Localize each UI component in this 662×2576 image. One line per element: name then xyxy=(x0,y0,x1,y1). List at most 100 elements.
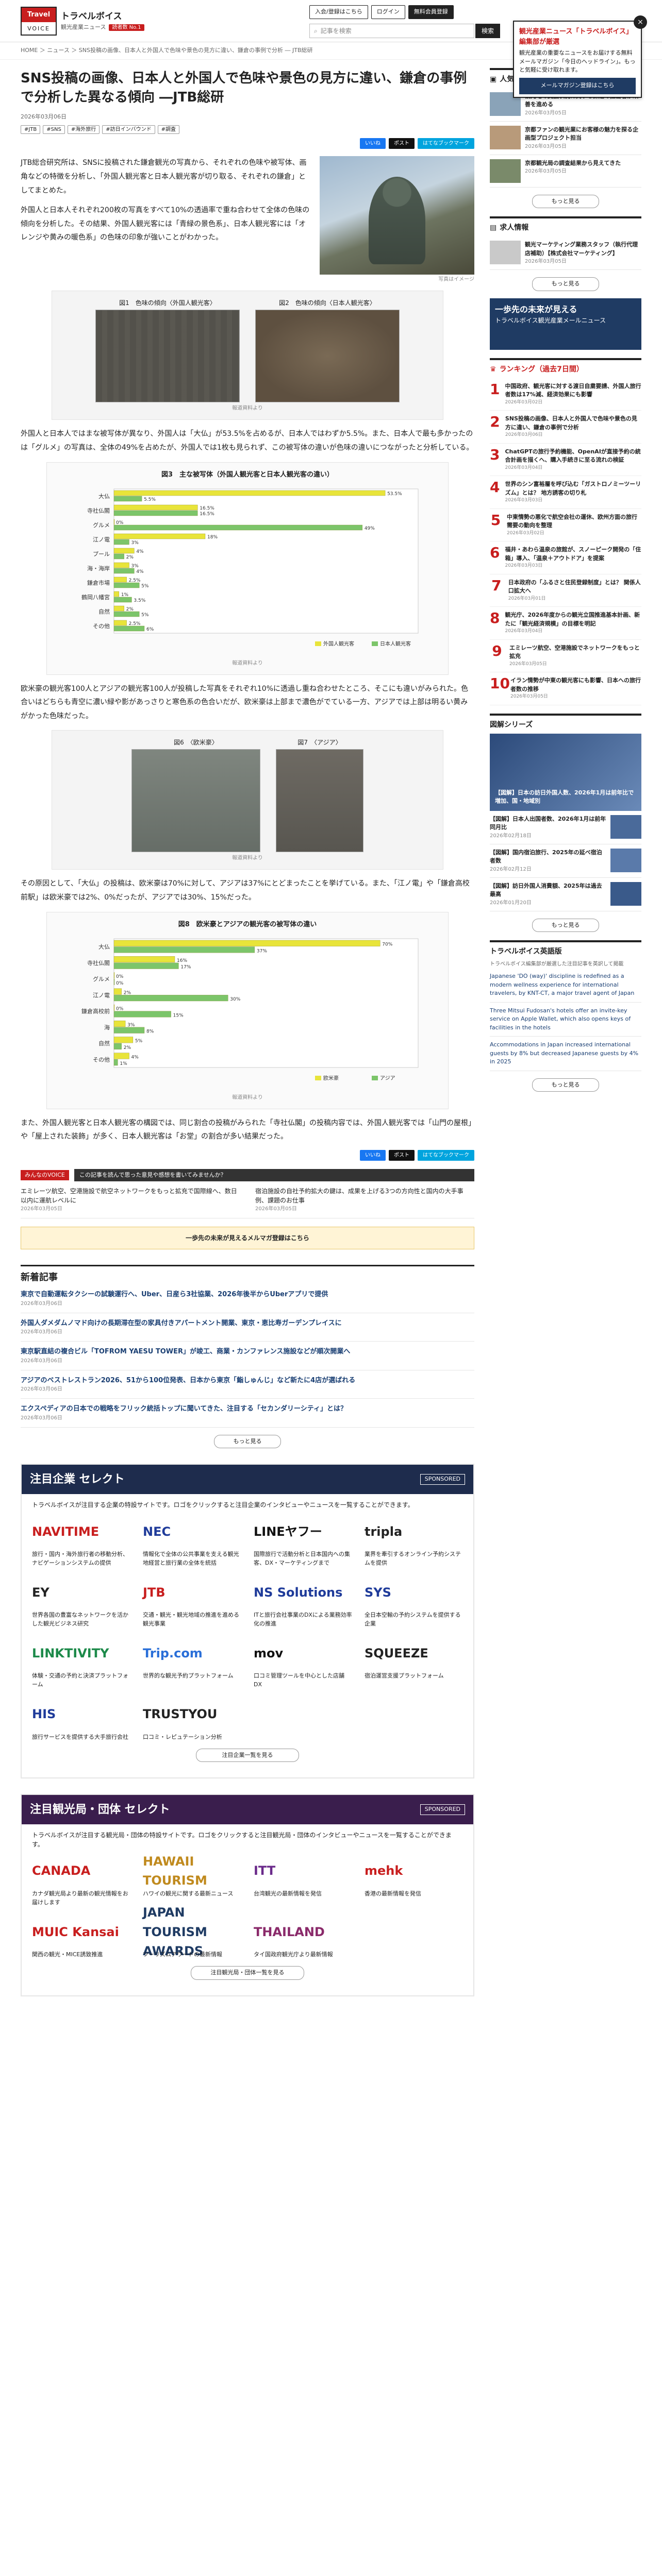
sponsor-card[interactable]: HAWAII TOURISM ハワイの観光に関する最新ニュース xyxy=(143,1854,241,1907)
data-label: 16% xyxy=(177,958,187,963)
sponsor-card[interactable]: NAVITIME 旅行・国内・海外旅行者の移動分析、ナビゲーションシステムの提供 xyxy=(32,1517,130,1567)
news-item[interactable]: アジアのベストレストラン2026、51から100位発表、日本から東京「鮨しゅんじ… xyxy=(21,1370,474,1399)
newsletter-cta[interactable]: 一歩先の未来が見えるメルマガ登録はこちら xyxy=(21,1227,474,1250)
english-item[interactable]: Three Mitsui Fudosan's hotels offer an i… xyxy=(490,1003,641,1037)
close-icon[interactable]: × xyxy=(634,15,647,29)
category-label: 大仏 xyxy=(98,493,110,500)
ranking-item[interactable]: 9 エミレーツ航空、空港施設でネットワークをもっと拡充 2026年03月05日 xyxy=(490,640,641,672)
news-item[interactable]: 東京で自動運転タクシーの試験運行へ、Uber、日産ら3社協業、2026年後半から… xyxy=(21,1284,474,1313)
sponsor-card[interactable]: LINEヤフー 国際旅行で活動分析と日本国内への集客、DX・マーケティングまで xyxy=(254,1517,352,1567)
bar xyxy=(113,577,127,583)
rank-number: 9 xyxy=(492,642,502,659)
english-title: トラベルボイス英語版 xyxy=(490,947,562,956)
ranking-item[interactable]: 1 中国政府、観光客に対する渡日自粛要請、外国人旅行者数は17%減、経済効果にも影… xyxy=(490,378,641,411)
newsletter-banner[interactable]: 一歩先の未来が見える トラベルボイス観光産業メールニュース xyxy=(490,298,641,350)
english-item[interactable]: Japanese 'DO (way)' discipline is redefi… xyxy=(490,968,641,1003)
tag[interactable]: #SNS xyxy=(43,125,65,134)
latest-more-button[interactable]: もっと見る xyxy=(214,1434,281,1449)
series-more-button[interactable]: もっと見る xyxy=(532,918,599,932)
sponsor-card[interactable]: HIS 旅行サービスを提供する大手旅行会社 xyxy=(32,1700,130,1741)
sponsor-card[interactable]: mov 口コミ管理ツールを中心とした店舗DX xyxy=(254,1638,352,1689)
sponsor-card[interactable]: THAILAND タイ国政府観光庁より最新情報 xyxy=(254,1917,352,1959)
ranking-item[interactable]: 3 ChatGPTの旅行予約機能、OpenAIが直接予約の統合計画を描くへ、購入手… xyxy=(490,444,641,476)
data-label: 3.5% xyxy=(134,598,145,603)
news-date: 2026年03月06日 xyxy=(21,1358,62,1364)
bar xyxy=(113,988,122,995)
sponsor-more-button[interactable]: 注目企業一覧を見る xyxy=(196,1748,299,1762)
sponsor-card[interactable]: NS Solutions ITと旅行会社事業のDXによる業務効率化の推進 xyxy=(254,1578,352,1628)
series-hero[interactable]: 【図解】日本の訪日外国人数、2026年1月は前年比で増加、国・地域別 xyxy=(490,733,641,811)
popup-banner[interactable]: メールマガジン登録はこちら xyxy=(519,77,636,94)
sponsor-card[interactable]: Trip.com 世界的な観光予約プラットフォーム xyxy=(143,1638,241,1689)
news-item[interactable]: 外国人ダメダムノマド向けの長期滞在型の家具付きアパートメント開業、東京・恵比寿ガ… xyxy=(21,1313,474,1342)
voice-item[interactable]: 宿泊施設の自社予約拡大の鍵は、成果を上げる3つの方向性と国内の大手事例、課題のお… xyxy=(255,1187,474,1213)
ranking-item[interactable]: 6 福井・あわら温泉の旅館が、スノーピーク開発の「住箱」導入、「温泉＋アウトドア」… xyxy=(490,541,641,574)
series-item[interactable]: 【図解】訪日外国人消費額、2025年は過去最高 2026年01月20日 xyxy=(490,878,641,911)
member-button[interactable]: 入会/登録はこちら xyxy=(309,5,368,19)
news-item[interactable]: 東京駅直結の複合ビル「TOFROM YAESU TOWER」が竣工、商業・カンフ… xyxy=(21,1342,474,1370)
sponsor-card[interactable]: EY 世界各国の豊富なネットワークを活かした観光ビジネス研究 xyxy=(32,1578,130,1628)
sponsor-card[interactable]: LINKTIVITY 体験・交通の予約と決済プラットフォーム xyxy=(32,1638,130,1689)
sponsor-card[interactable]: NEC 情報化で全体の公共事業を支える観光地経営と旅行業の全体を統括 xyxy=(143,1517,241,1567)
hatena-button[interactable]: はてなブックマーク xyxy=(418,138,474,149)
sponsor-card[interactable]: TRUSTYOU 口コミ・レピュテーション分析 xyxy=(143,1700,241,1741)
news-item[interactable]: エクスペディアの日本での戦略をフリック統括トップに聞いてきた、注目する「セカンダ… xyxy=(21,1399,474,1428)
post-button[interactable]: ポスト xyxy=(389,1149,415,1161)
ranking-item[interactable]: 7 日本政府の「ふるさと住民登録制度」とは？ 関係人口拡大へ 2026年03月01日 xyxy=(490,574,641,607)
legend-label: 外国人観光客 xyxy=(323,640,354,647)
like-button[interactable]: いいね xyxy=(360,138,386,149)
search-input[interactable]: ⌕ 記事を検索 xyxy=(309,24,474,38)
fig6-image xyxy=(131,749,260,853)
sponsor-more-button[interactable]: 注目観光局・団体一覧を見る xyxy=(191,1966,304,1980)
series-item[interactable]: 【図解】日本人出国者数、2026年1月は前年同月比 2026年02月18日 xyxy=(490,811,641,844)
lead-paragraph-2: 外国人と日本人それぞれ200枚の写真をすべて10%の透過率で重ね合わせて全体の色… xyxy=(21,206,310,242)
hatena-button[interactable]: はてなブックマーク xyxy=(418,1149,474,1161)
sponsor-card[interactable]: SYS 全日本空輸の予約システムを提供する企業 xyxy=(365,1578,463,1628)
sponsor-card[interactable]: tripla 業界を牽引するオンライン予約システムを提供 xyxy=(365,1517,463,1567)
bar xyxy=(113,956,175,963)
login-button[interactable]: ログイン xyxy=(371,5,405,19)
post-button[interactable]: ポスト xyxy=(389,138,415,149)
tag[interactable]: #訪日インバウンド xyxy=(102,125,155,134)
english-more-button[interactable]: もっと見る xyxy=(532,1078,599,1092)
ranking-item[interactable]: 4 世界のシン富裕層を呼び込む「ガストロノミーツーリズム」とは？ 地方誘客の切り札… xyxy=(490,476,641,509)
ranking-item[interactable]: 5 中東情勢の悪化で航空会社の運休、欧州方面の旅行需要の動向を整理 2026年03月… xyxy=(490,509,641,541)
sponsor-card[interactable]: JTB 交通・観光・観光地域の推進を進める観光事業 xyxy=(143,1578,241,1628)
ranking-item[interactable]: 10 イラン情勢が中東の観光客にも影響、日本への旅行者数の推移 2026年03月05… xyxy=(490,672,641,705)
voice-cta[interactable]: この記事を読んで思った意見や感想を書いてみませんか？ xyxy=(74,1168,474,1182)
pickup-more-button[interactable]: もっと見る xyxy=(532,194,599,208)
ranking-item[interactable]: 2 SNS投稿の画像、日本人と外国人で色味や景色の見方に違い、鎌倉の事例で分析 20… xyxy=(490,411,641,444)
site-logo[interactable]: Travel VOICE トラベルボイス 観光産業ニュース 読者数 No.1 xyxy=(21,6,144,36)
sidebar-item[interactable]: 京都観光局の調査結果から見えてきた 2026年03月05日 xyxy=(490,155,641,188)
tag[interactable]: #JTB xyxy=(21,125,41,134)
sponsor-card[interactable]: CANADA カナダ観光局より最新の観光情報をお届けします xyxy=(32,1856,130,1907)
search-button[interactable]: 検索 xyxy=(475,24,501,38)
sponsor-card[interactable]: MUIC Kansai 関西の観光・MICE誘致推進 xyxy=(32,1917,130,1959)
like-button[interactable]: いいね xyxy=(360,1149,386,1161)
voice-item[interactable]: エミレーツ航空、空港施設で航空ネットワークをもっと拡充で国際線へ、数日以内に運航… xyxy=(21,1187,240,1213)
data-label: 2% xyxy=(126,607,134,612)
tag[interactable]: #海外旅行 xyxy=(67,125,100,134)
tag[interactable]: #調査 xyxy=(157,125,180,134)
sidebar-item[interactable]: 京都ファンの観光業にお客様の魅力を探る企画型プロジェクト担当 2026年03月05… xyxy=(490,122,641,155)
sponsor-card[interactable]: SQUEEZE 宿泊運営支援プラットフォーム xyxy=(365,1638,463,1689)
sponsor-card[interactable]: JAPAN TOURISM AWARDS ツーリズムアワードの最新情報 xyxy=(143,1905,241,1959)
jobs-more-button[interactable]: もっと見る xyxy=(532,277,599,291)
register-button[interactable]: 無料会員登録 xyxy=(408,5,454,19)
sponsor-card[interactable]: mehk 香港の最新情報を発信 xyxy=(365,1856,463,1907)
news-title: エクスペディアの日本での戦略をフリック統括トップに聞いてきた、注目する「セカンダ… xyxy=(21,1405,347,1413)
english-item[interactable]: Accommodations in Japan increased intern… xyxy=(490,1037,641,1071)
ranking-item[interactable]: 8 観光庁、2026年度からの観光立国推進基本計画、新たに「観光経済規模」の目標を… xyxy=(490,607,641,640)
sponsor-card[interactable]: ITT 台湾観光の最新情報を発信 xyxy=(254,1856,352,1907)
bar xyxy=(113,510,198,516)
sponsor-logo: LINKTIVITY xyxy=(32,1646,109,1660)
data-label: 16.5% xyxy=(200,506,214,511)
job-item[interactable]: 観光マーケティング業務スタッフ（執行代理店補助）【株式会社マーケティング】 202… xyxy=(490,236,641,270)
item-title: 【図解】訪日外国人消費額、2025年は過去最高 xyxy=(490,882,602,898)
data-label: 0% xyxy=(116,974,124,979)
photo-caption: 写真はイメージ xyxy=(438,277,474,283)
sponsor-logo: Trip.com xyxy=(143,1646,203,1660)
data-label: 18% xyxy=(207,535,218,540)
series-item[interactable]: 【図解】国内宿泊旅行、2025年の延べ宿泊者数 2026年02月12日 xyxy=(490,844,641,878)
sponsor-text: 体験・交通の予約と決済プラットフォーム xyxy=(32,1672,128,1688)
